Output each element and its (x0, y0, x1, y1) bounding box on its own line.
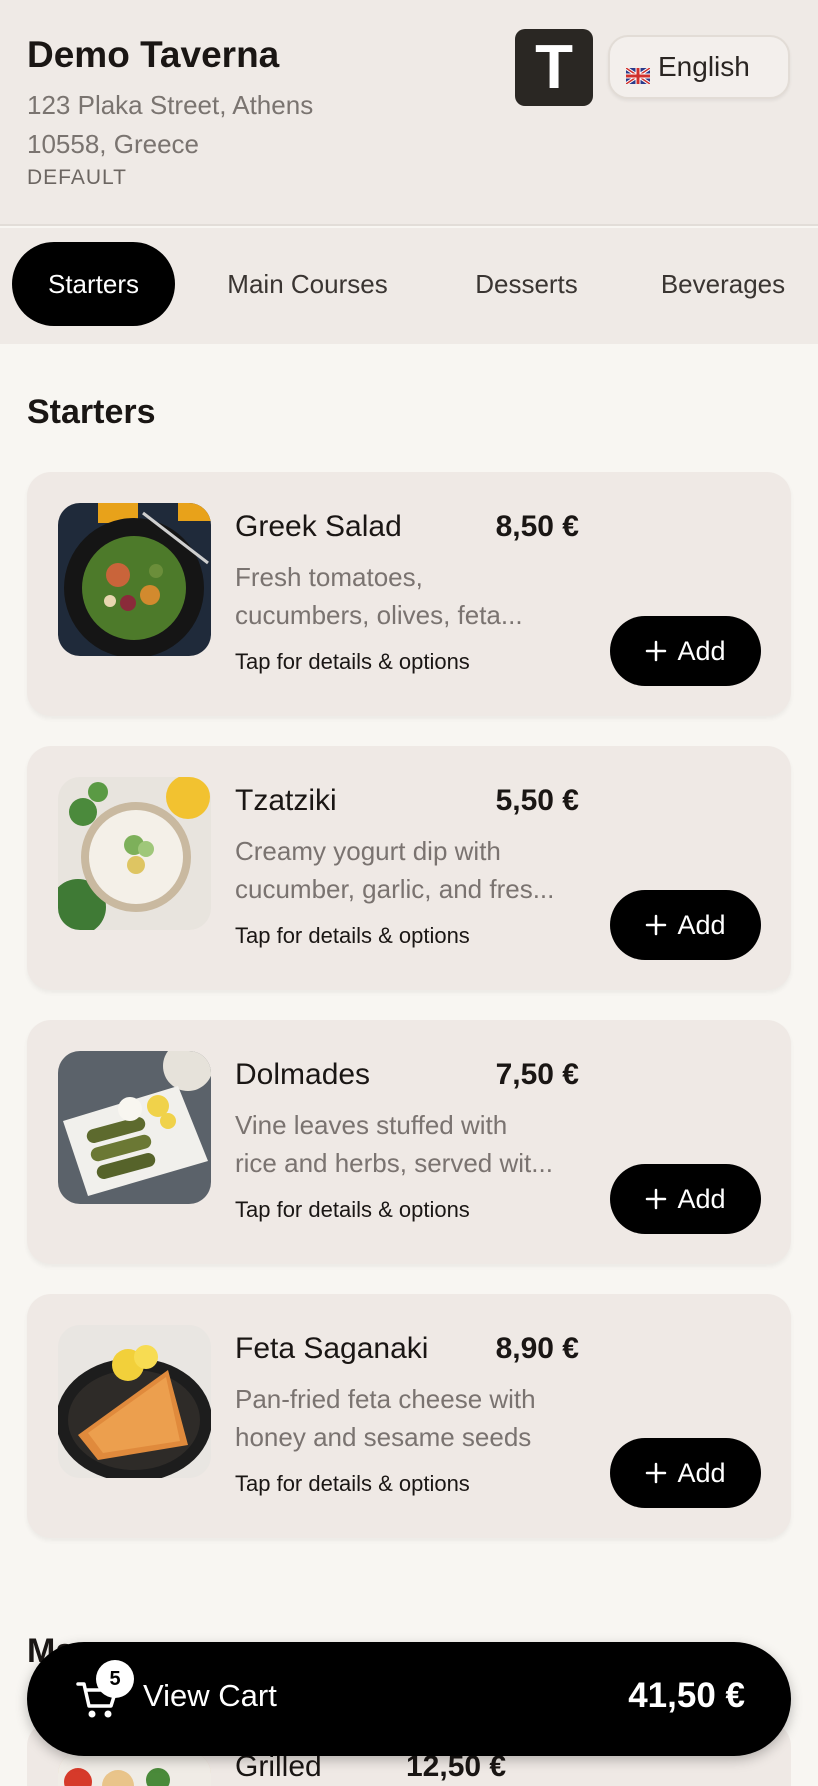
tzatziki-image (58, 777, 211, 930)
plus-icon (646, 640, 667, 662)
item-details-hint: Tap for details & options (235, 1471, 470, 1496)
item-description-line: Pan-fried feta cheese with (235, 1384, 536, 1414)
grilled-item-image (58, 1752, 211, 1786)
add-button-label: Add (677, 909, 726, 940)
item-details-hint: Tap for details & options (235, 923, 470, 948)
item-description-line: Fresh tomatoes, (235, 562, 423, 592)
plus-icon (646, 914, 667, 936)
item-price: 5,50 € (495, 784, 579, 817)
item-details-hint: Tap for details & options (235, 1197, 470, 1222)
menu-item-card[interactable]: Feta Saganaki 8,90 € Pan-fried feta chee… (27, 1294, 791, 1538)
uk-flag-icon (625, 59, 651, 86)
item-description: Pan-fried feta cheese with honey and ses… (235, 1380, 580, 1456)
item-price: 8,50 € (495, 510, 579, 543)
language-selector[interactable]: English (608, 35, 790, 99)
restaurant-name: Demo Taverna (27, 34, 280, 75)
item-description-line: Vine leaves stuffed with (235, 1110, 508, 1140)
item-description: Creamy yogurt dip with cucumber, garlic,… (235, 832, 580, 908)
add-button-label: Add (677, 1457, 726, 1488)
greek-salad-image (58, 503, 211, 656)
tab-desserts[interactable]: Desserts (460, 242, 593, 326)
menu-tag: DEFAULT (27, 166, 127, 189)
add-button[interactable]: Add (610, 616, 761, 686)
item-description-line: rice and herbs, served wit... (235, 1148, 553, 1178)
section-title: Starters (27, 393, 156, 431)
view-cart-button[interactable]: 5 View Cart 41,50 € (27, 1642, 791, 1756)
restaurant-logo: T (515, 29, 593, 106)
menu-item-card[interactable]: Dolmades 7,50 € Vine leaves stuffed with… (27, 1020, 791, 1264)
category-tabs: Starters Main Courses Desserts Beverages (0, 228, 818, 344)
menu-item-card[interactable]: Tzatziki 5,50 € Creamy yogurt dip with c… (27, 746, 791, 990)
item-details-hint: Tap for details & options (235, 649, 470, 674)
address-line-1: 123 Plaka Street, Athens (27, 90, 314, 120)
item-description-line: cucumber, garlic, and fres... (235, 874, 555, 904)
plus-icon (646, 1462, 667, 1484)
item-description: Fresh tomatoes, cucumbers, olives, feta.… (235, 558, 580, 634)
dolmades-image (58, 1051, 211, 1204)
item-name: Dolmades (235, 1058, 371, 1091)
plus-icon (646, 1188, 667, 1210)
item-name: Greek Salad (235, 510, 402, 543)
item-description: Vine leaves stuffed with rice and herbs,… (235, 1106, 580, 1182)
menu-item-card[interactable]: Greek Salad 8,50 € Fresh tomatoes, cucum… (27, 472, 791, 716)
feta-saganaki-image (58, 1325, 211, 1478)
item-price: 7,50 € (495, 1058, 579, 1091)
add-button[interactable]: Add (610, 1438, 761, 1508)
add-button-label: Add (677, 635, 726, 666)
item-name: Tzatziki (235, 784, 337, 817)
cart-count-badge: 5 (96, 1660, 134, 1698)
cart-total: 41,50 € (628, 1676, 745, 1715)
item-description-line: honey and sesame seeds (235, 1422, 532, 1452)
restaurant-header: Demo Taverna 123 Plaka Street, Athens 10… (0, 0, 818, 226)
address-line-2: 10558, Greece (27, 129, 200, 159)
item-price: 8,90 € (495, 1332, 579, 1365)
add-button[interactable]: Add (610, 890, 761, 960)
restaurant-address: 123 Plaka Street, Athens 10558, Greece (27, 86, 387, 164)
item-description-line: cucumbers, olives, feta... (235, 600, 523, 630)
item-name: Feta Saganaki (235, 1332, 429, 1365)
tab-starters[interactable]: Starters (12, 242, 175, 326)
item-description-line: Creamy yogurt dip with (235, 836, 501, 866)
language-label: English (658, 51, 750, 82)
tab-main-courses[interactable]: Main Courses (210, 242, 405, 326)
add-button[interactable]: Add (610, 1164, 761, 1234)
add-button-label: Add (677, 1183, 726, 1214)
view-cart-label: View Cart (143, 1678, 277, 1713)
tab-beverages[interactable]: Beverages (648, 242, 798, 326)
